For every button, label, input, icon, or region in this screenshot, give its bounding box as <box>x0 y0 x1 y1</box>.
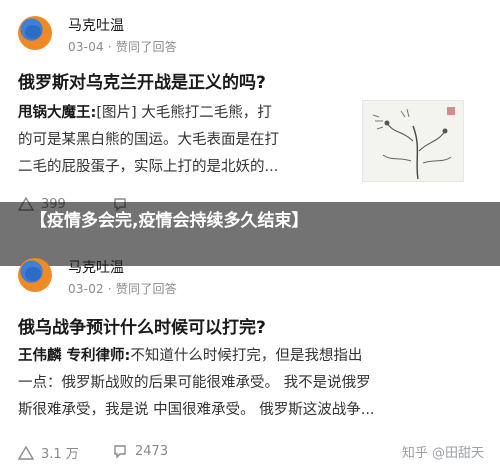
question-title[interactable]: 俄乌战争预计什么时候可以打完? <box>18 313 266 338</box>
upvote-button[interactable]: 3.1 万 <box>18 443 79 462</box>
answer-thumbnail[interactable] <box>362 100 464 182</box>
feed-card-1[interactable]: 马克吐温 03-04 · 赞同了回答 俄罗斯对乌克兰开战是正义的吗? 甩锅大魔王… <box>0 0 500 212</box>
avatar[interactable] <box>18 16 52 50</box>
activity-meta: 03-04 · 赞同了回答 <box>68 40 177 54</box>
answer-excerpt[interactable]: 甩锅大魔王:[图片] 大毛熊打二毛熊，打 的可是某黑白熊的国运。大毛表面是在打 … <box>18 100 354 181</box>
comment-button[interactable]: 2473 <box>112 443 168 459</box>
comment-count: 2473 <box>135 443 169 459</box>
activity-meta: 03-02 · 赞同了回答 <box>68 282 177 296</box>
answer-author: 王伟麟 专利律师: <box>18 348 131 364</box>
feed-card-2[interactable]: 马克吐温 03-02 · 赞同了回答 俄乌战争预计什么时候可以打完? 王伟麟 专… <box>0 250 500 472</box>
avatar[interactable] <box>18 258 52 292</box>
upvote-count: 3.1 万 <box>41 447 79 462</box>
banner-text: 【疫情多会完,疫情会持续多久结束】 <box>30 211 309 231</box>
upvote-triangle-icon <box>18 445 34 460</box>
answer-line-3: 二毛的屁股蛋子，实际上打的是北妖的... <box>18 159 279 175</box>
question-title[interactable]: 俄罗斯对乌克兰开战是正义的吗? <box>18 68 266 93</box>
comment-bubble-icon <box>114 445 126 459</box>
answer-excerpt[interactable]: 王伟麟 专利律师:不知道什么时候打完，但是我想指出 一点：俄罗斯战败的后果可能很… <box>18 343 478 424</box>
answer-line-3: 斯很难承受，我是说 中国很难承受。 俄罗斯这波战争... <box>18 402 375 418</box>
answer-author: 甩锅大魔王: <box>18 105 97 121</box>
answer-line-2: 一点：俄罗斯战败的后果可能很难承受。 我不是说俄罗 <box>18 375 371 391</box>
ink-painting-image <box>372 107 455 180</box>
answer-line-1: [图片] 大毛熊打二毛熊，打 <box>96 105 272 121</box>
answer-line-2: 的可是某黑白熊的国运。大毛表面是在打 <box>18 132 279 148</box>
author-name[interactable]: 马克吐温 <box>68 15 124 35</box>
answer-line-1: 不知道什么时候打完，但是我想指出 <box>130 348 363 364</box>
author-name[interactable]: 马克吐温 <box>68 257 124 277</box>
source-watermark: 知乎 @田甜天 <box>401 446 484 461</box>
